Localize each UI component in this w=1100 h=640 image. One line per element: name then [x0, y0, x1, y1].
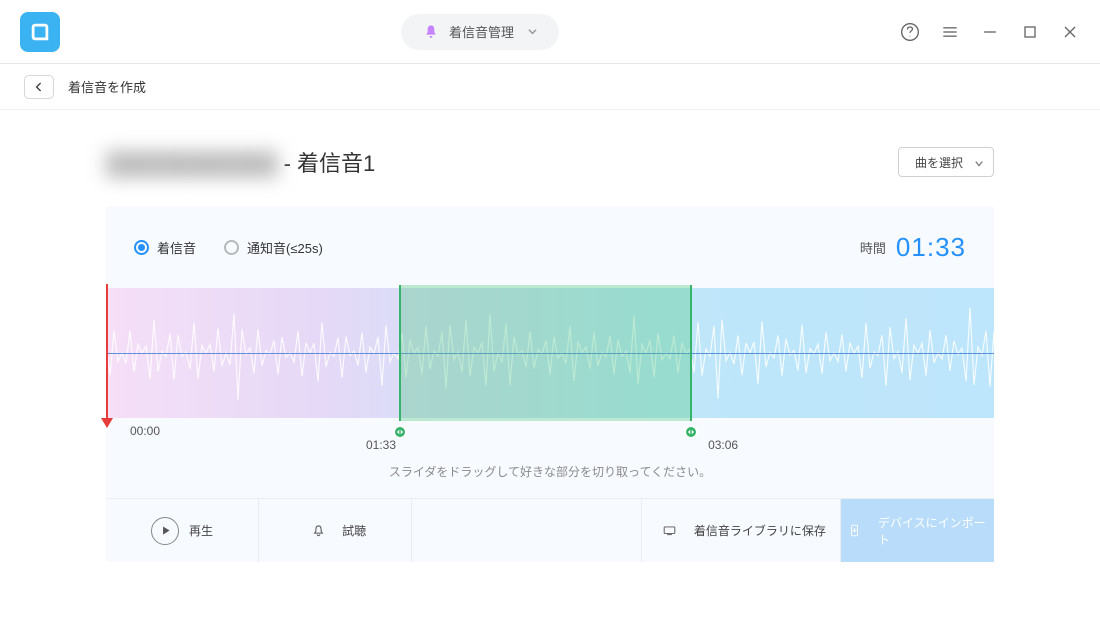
select-song-button[interactable]: 曲を選択 [898, 147, 994, 177]
selection-start-handle[interactable] [393, 425, 407, 439]
action-spacer [412, 499, 642, 562]
window-minimize[interactable] [980, 22, 1000, 42]
bell-outline-icon [304, 517, 332, 545]
window-maximize[interactable] [1020, 22, 1040, 42]
radio-unchecked-icon [224, 240, 239, 255]
chevron-down-icon [975, 160, 983, 168]
radio-ringtone[interactable]: 着信音 [134, 238, 196, 257]
radio-notification[interactable]: 通知音(≤25s) [224, 238, 323, 257]
selection-start-time: 01:33 [366, 438, 396, 452]
chevron-down-icon [528, 27, 537, 36]
save-library-button[interactable]: 着信音ライブラリに保存 [642, 499, 841, 562]
play-icon [151, 517, 179, 545]
title-label: 着信音管理 [449, 22, 514, 41]
track-name: ███████████ - 着信音1 [106, 146, 898, 178]
duration-value: 01:33 [896, 232, 966, 263]
back-button[interactable] [24, 75, 54, 99]
bell-icon [423, 24, 439, 40]
selection-end-time: 03:06 [708, 438, 738, 452]
hint-text: スライダをドラッグして好きな部分を切り取ってください。 [106, 463, 994, 480]
phone-import-icon [841, 517, 868, 545]
radio-checked-icon [134, 240, 149, 255]
preview-button[interactable]: 試聴 [259, 499, 412, 562]
app-logo [20, 12, 60, 52]
help-button[interactable] [900, 22, 920, 42]
import-device-button[interactable]: デバイスにインポート [841, 499, 994, 562]
page-title: 着信音を作成 [68, 77, 146, 96]
menu-button[interactable] [940, 22, 960, 42]
duration-label: 時間 [860, 238, 886, 257]
selection-range[interactable] [399, 285, 692, 421]
device-icon [656, 517, 684, 545]
selection-end-handle[interactable] [684, 425, 698, 439]
title-dropdown[interactable]: 着信音管理 [401, 14, 559, 50]
window-close[interactable] [1060, 22, 1080, 42]
playhead-time: 00:00 [130, 424, 160, 438]
playhead-handle[interactable] [106, 284, 108, 418]
play-button[interactable]: 再生 [106, 499, 259, 562]
editor-panel: 着信音 通知音(≤25s) 時間 01:33 00:00 [106, 206, 994, 562]
